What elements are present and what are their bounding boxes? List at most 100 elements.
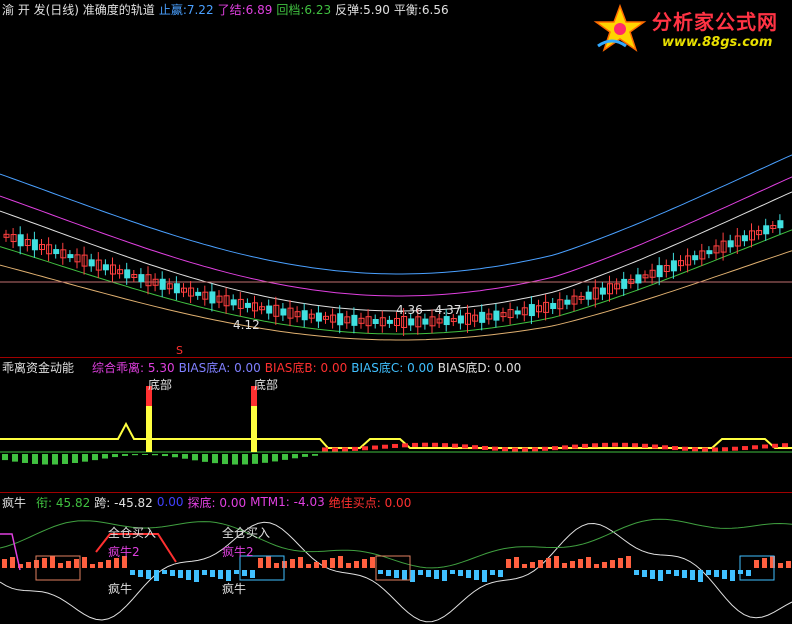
bull-bottom-label-2: 疯牛 — [222, 582, 247, 596]
header-item-close: 了结:6.89 — [217, 2, 273, 17]
candle-body — [635, 274, 642, 284]
indicator2-header: 疯牛 衔: 45.82 跨: -45.82 0.00 探底: 0.00 MTM1… — [0, 493, 411, 511]
momentum-bar — [192, 454, 198, 461]
signal-bar — [154, 570, 159, 581]
signal-bar — [498, 570, 503, 577]
signal-bar — [586, 557, 591, 568]
indicator2-item-3: 探底: 0.00 — [187, 495, 247, 510]
momentum-bar — [702, 447, 708, 452]
indicator1-item-b: BIAS底B: 0.00 — [264, 360, 348, 375]
signal-bar — [130, 570, 135, 575]
band-center-line — [0, 191, 792, 312]
momentum-bar — [322, 447, 328, 452]
momentum-bar — [552, 446, 558, 451]
momentum-bar — [12, 454, 18, 462]
signal-bar — [778, 563, 783, 568]
candle-body — [599, 287, 606, 295]
signal-bar — [418, 570, 423, 575]
signal-bar — [186, 570, 191, 580]
header-item-balance: 平衡:6.56 — [393, 2, 449, 17]
signal-bar — [354, 561, 359, 568]
signal-bar — [298, 557, 303, 568]
candle-body — [17, 234, 24, 247]
signal-bar — [538, 560, 543, 568]
signal-bar — [194, 570, 199, 582]
momentum-bar — [652, 444, 658, 449]
signal-bar — [698, 570, 703, 582]
candle-body — [315, 312, 322, 322]
momentum-bar — [432, 442, 438, 447]
bottom-label-1: 底部 — [148, 378, 173, 392]
momentum-bar — [472, 445, 478, 450]
signal-bar — [658, 570, 663, 581]
candle-body — [692, 255, 699, 261]
momentum-bar — [292, 454, 298, 459]
buy-label-2: 全仓买入 — [222, 526, 271, 540]
signal-bar — [234, 570, 239, 574]
signal-bar — [762, 558, 767, 568]
momentum-bar — [642, 443, 648, 448]
momentum-bar — [62, 454, 68, 464]
bull-label-2: 疯牛2 — [222, 545, 254, 559]
momentum-bar — [282, 454, 288, 460]
signal-bar — [386, 570, 391, 576]
candle-body — [230, 299, 237, 306]
signal-bar — [450, 570, 455, 574]
candle-body — [124, 269, 131, 279]
momentum-bar — [562, 445, 568, 450]
signal-bar — [146, 570, 151, 579]
momentum-bar — [452, 443, 458, 448]
momentum-bar — [302, 454, 308, 457]
indicator1-header: 乖离资金动能 综合乖离: 5.30 BIAS底A: 0.00 BIAS底B: 0… — [0, 358, 521, 376]
candle-body — [301, 310, 308, 321]
candle-body — [31, 239, 38, 251]
momentum-bar — [532, 447, 538, 452]
momentum-bar — [512, 447, 518, 452]
momentum-bar — [32, 454, 38, 464]
signal-bar — [106, 560, 111, 568]
range-price-label: 4.36 - 4.37 — [396, 303, 462, 317]
momentum-bar — [92, 454, 98, 461]
candle-body — [372, 318, 379, 324]
signal-bar — [50, 556, 55, 568]
signal-bar — [522, 564, 527, 568]
signal-bar — [666, 570, 671, 574]
signal-bar — [458, 570, 463, 576]
candle-body — [564, 299, 571, 305]
candle-body — [656, 265, 663, 278]
candle-body — [351, 314, 358, 326]
candle-body — [67, 254, 74, 259]
indicator2-item-0: 衔: 45.82 — [36, 495, 91, 510]
momentum-bar — [722, 447, 728, 452]
signal-bar — [562, 563, 567, 568]
momentum-bar — [542, 446, 548, 451]
momentum-bar — [672, 446, 678, 451]
bottom-label-2: 底部 — [254, 378, 279, 392]
indicator2-item-4: MTM1: -4.03 — [250, 495, 325, 509]
candle-body — [408, 318, 415, 326]
momentum-bar — [132, 454, 138, 456]
momentum-bar — [332, 447, 338, 452]
signal-bar — [674, 570, 679, 576]
indicator2-title: 疯牛 — [2, 495, 27, 510]
signal-bar — [74, 559, 79, 568]
signal-bar — [338, 556, 343, 568]
signal-bar — [786, 561, 791, 568]
candle-body — [53, 249, 60, 255]
momentum-bar — [42, 454, 48, 465]
momentum-bar — [412, 442, 418, 447]
signal-bar — [66, 561, 71, 568]
signal-bar — [202, 570, 207, 575]
signal-bar — [394, 570, 399, 578]
signal-bar — [410, 570, 415, 582]
momentum-bar — [382, 444, 388, 449]
momentum-bar — [442, 443, 448, 448]
signal-bar — [706, 570, 711, 575]
signal-bar — [514, 557, 519, 568]
signal-bar — [210, 570, 215, 577]
momentum-bar — [622, 442, 628, 447]
candle-body — [266, 305, 273, 314]
indicator1-item-bias: 综合乖离: 5.30 — [92, 360, 175, 375]
signal-bar — [690, 570, 695, 580]
signal-bar — [138, 570, 143, 577]
